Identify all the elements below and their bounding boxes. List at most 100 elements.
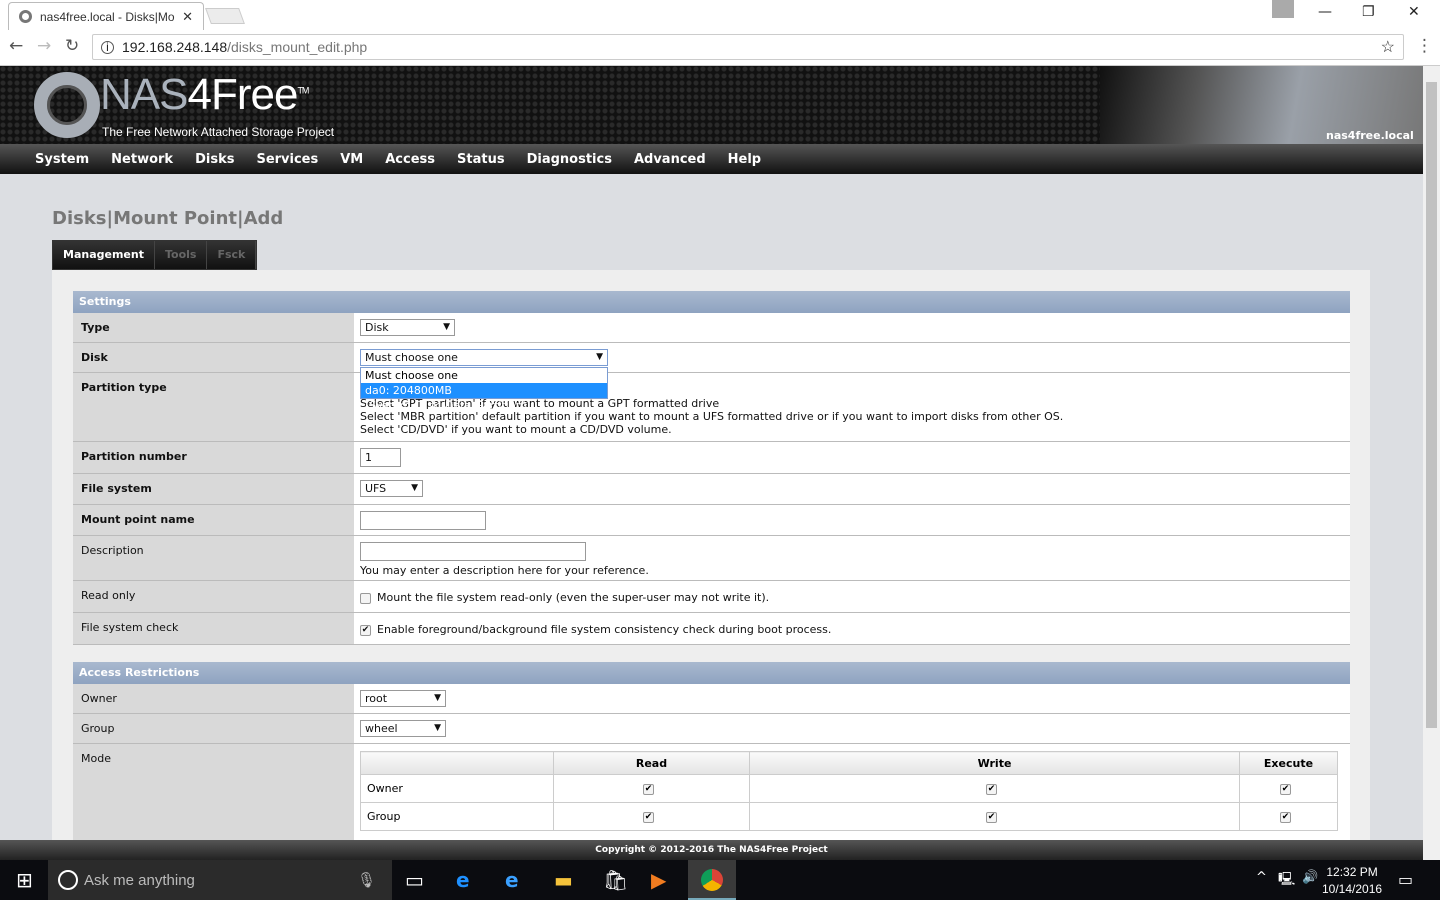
mount-point-label: Mount point name — [73, 505, 354, 535]
windows-start-icon[interactable]: ⊞ — [16, 868, 33, 892]
partition-type-row: Partition typeSelect 'GPT partition' if … — [73, 373, 1350, 442]
description-row: DescriptionYou may enter a description h… — [73, 536, 1350, 581]
action-center-icon[interactable]: ▭ — [1398, 870, 1413, 889]
network-icon[interactable]: 🖳 — [1278, 870, 1295, 892]
task-view-icon[interactable]: ▭ — [405, 868, 424, 892]
file-system-label: File system — [73, 474, 354, 504]
disk-select[interactable]: Must choose one▼ — [360, 349, 608, 366]
clock[interactable]: 12:32 PM10/14/2016 — [1322, 864, 1382, 898]
nav-services[interactable]: Services — [256, 152, 318, 167]
access-header: Access Restrictions — [73, 662, 1350, 684]
mode-label: Mode — [73, 744, 354, 840]
partition-number-row: Partition number 1 — [73, 442, 1350, 474]
table-row: Owner ✔ ✔ ✔ — [361, 775, 1338, 803]
type-label: Type — [73, 313, 354, 342]
read-only-row: Read onlyMount the file system read-only… — [73, 581, 1350, 613]
type-select[interactable]: Disk▼ — [360, 319, 455, 336]
bookmark-star-icon[interactable]: ☆ — [1381, 37, 1395, 57]
type-row: Type Disk▼ — [73, 313, 1350, 343]
row-group: Group — [361, 803, 554, 831]
logo-4free-text: 4Free — [187, 70, 297, 119]
main-nav: System Network Disks Services VM Access … — [0, 144, 1423, 174]
group-write-checkbox[interactable]: ✔ — [986, 812, 997, 823]
back-icon[interactable]: ← — [9, 36, 23, 56]
nav-disks[interactable]: Disks — [195, 152, 234, 167]
url-host: 192.168.248.148 — [122, 39, 227, 55]
tab-fsck[interactable]: Fsck — [207, 241, 256, 269]
menu-icon[interactable]: ⋮ — [1416, 36, 1433, 56]
row-owner: Owner — [361, 775, 554, 803]
volume-icon[interactable]: 🔊 — [1302, 870, 1318, 885]
mode-table: ReadWriteExecute Owner✔✔✔ Group✔✔✔ — [360, 751, 1338, 831]
description-label: Description — [73, 536, 354, 580]
mount-point-input[interactable] — [360, 511, 486, 530]
mic-icon[interactable]: 🎙 — [357, 871, 376, 889]
fs-check-checkbox[interactable]: ✔ — [360, 625, 371, 636]
group-read-checkbox[interactable]: ✔ — [643, 812, 654, 823]
cortana-search[interactable]: Ask me anything🎙 — [48, 860, 392, 900]
logo[interactable]: NAS4FreeTM — [100, 70, 308, 120]
file-explorer-icon[interactable]: ▬ — [554, 868, 573, 892]
nav-help[interactable]: Help — [728, 152, 761, 167]
owner-write-checkbox[interactable]: ✔ — [986, 784, 997, 795]
owner-row: Owner root▼ — [73, 684, 1350, 714]
url-path: /disks_mount_edit.php — [227, 39, 367, 55]
url-input[interactable]: i 192.168.248.148/disks_mount_edit.php ☆ — [92, 34, 1404, 60]
tab-title: nas4free.local - Disks|Mo — [40, 10, 175, 24]
new-tab-button[interactable] — [205, 8, 245, 24]
edge-icon[interactable]: e — [456, 868, 470, 892]
tagline: The Free Network Attached Storage Projec… — [102, 125, 334, 139]
partition-number-input[interactable]: 1 — [360, 448, 401, 467]
ie-icon[interactable]: e — [505, 868, 519, 892]
chrome-taskbar-button[interactable] — [688, 860, 736, 900]
scrollbar-thumb[interactable] — [1426, 82, 1437, 728]
browser-tab[interactable]: nas4free.local - Disks|Mo ✕ — [8, 2, 204, 30]
help-text: Select 'CD/DVD' if you want to mount a C… — [360, 423, 1344, 436]
nav-advanced[interactable]: Advanced — [634, 152, 706, 167]
disk-option[interactable]: Must choose one — [361, 368, 607, 383]
fs-check-text: Enable foreground/background file system… — [377, 623, 831, 636]
owner-execute-checkbox[interactable]: ✔ — [1280, 784, 1291, 795]
reload-icon[interactable]: ↻ — [65, 36, 79, 56]
forward-icon[interactable]: → — [37, 36, 51, 56]
tray-chevron-icon[interactable]: ^ — [1256, 870, 1267, 885]
disk-option[interactable]: da0: 204800MB (System_Disk_Data_Partitio… — [361, 383, 607, 398]
logo-tm: TM — [297, 85, 308, 95]
profile-icon[interactable] — [1272, 0, 1294, 18]
group-select[interactable]: wheel▼ — [360, 720, 446, 737]
read-only-text: Mount the file system read-only (even th… — [377, 591, 769, 604]
tab-management[interactable]: Management — [53, 241, 155, 269]
chrome-icon — [701, 869, 723, 891]
nav-status[interactable]: Status — [457, 152, 505, 167]
nav-vm[interactable]: VM — [340, 152, 363, 167]
nav-system[interactable]: System — [35, 152, 89, 167]
store-icon[interactable]: 🛍 — [603, 868, 628, 892]
minimize-button[interactable]: — — [1318, 4, 1332, 20]
group-row: Groupwheel▼ — [73, 714, 1350, 744]
partition-type-label: Partition type — [73, 373, 354, 441]
media-icon[interactable]: ▶ — [651, 868, 666, 892]
read-only-checkbox[interactable] — [360, 593, 371, 604]
nav-access[interactable]: Access — [385, 152, 435, 167]
owner-read-checkbox[interactable]: ✔ — [643, 784, 654, 795]
owner-select[interactable]: root▼ — [360, 690, 446, 707]
disk-dropdown: Must choose oneda0: 204800MB (System_Dis… — [360, 367, 608, 399]
file-system-select[interactable]: UFS▼ — [360, 480, 423, 497]
group-execute-checkbox[interactable]: ✔ — [1280, 812, 1291, 823]
cortana-icon — [58, 870, 78, 890]
logo-icon[interactable] — [34, 72, 100, 138]
description-input[interactable] — [360, 542, 586, 561]
close-window-button[interactable]: ✕ — [1408, 4, 1420, 20]
fs-check-label: File system check — [73, 613, 354, 644]
nav-network[interactable]: Network — [111, 152, 173, 167]
close-tab-icon[interactable]: ✕ — [182, 9, 193, 25]
info-icon[interactable]: i — [101, 41, 114, 54]
settings-header: Settings — [73, 291, 1350, 313]
nav-diagnostics[interactable]: Diagnostics — [527, 152, 612, 167]
tab-tools[interactable]: Tools — [155, 241, 207, 269]
partition-number-label: Partition number — [73, 442, 354, 473]
file-system-row: File system UFS▼ — [73, 474, 1350, 505]
maximize-button[interactable]: ❐ — [1362, 4, 1375, 20]
footer: Copyright © 2012-2016 The NAS4Free Proje… — [0, 840, 1423, 860]
owner-label: Owner — [73, 684, 354, 713]
